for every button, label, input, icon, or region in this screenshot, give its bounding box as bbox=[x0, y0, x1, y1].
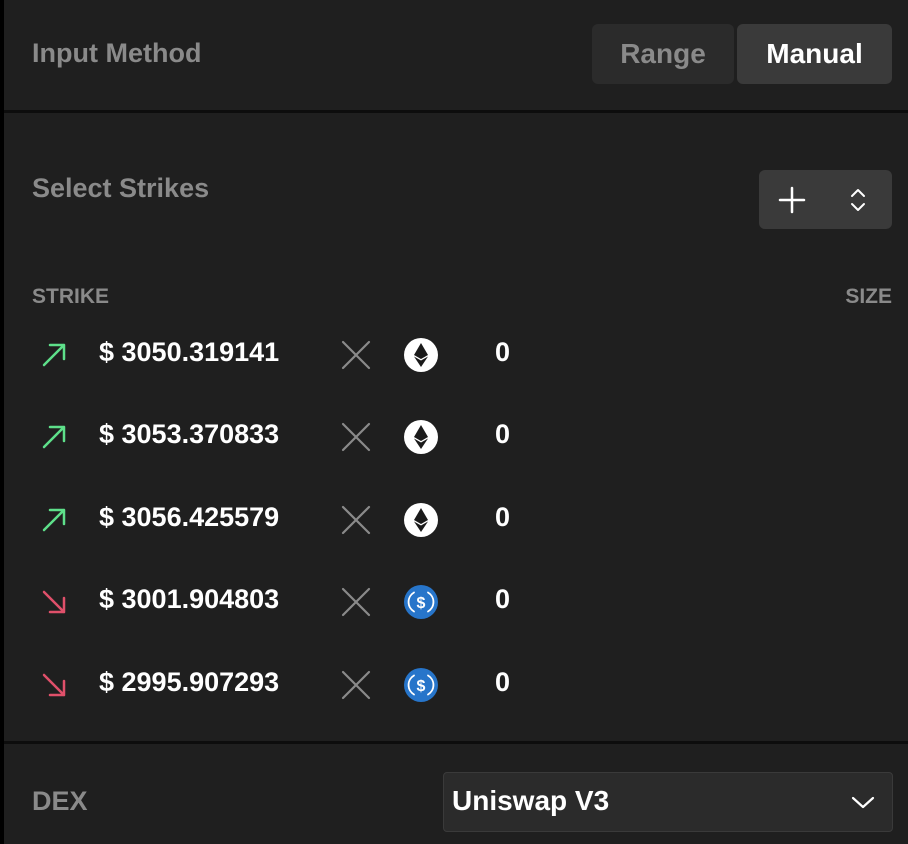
dex-selected-value: Uniswap V3 bbox=[452, 785, 610, 816]
strike-price: $ 2995.907293 bbox=[99, 667, 280, 697]
strike-price: $ 3056.425579 bbox=[99, 502, 280, 532]
chevron-up-down-icon bbox=[851, 188, 865, 211]
remove-strike-button[interactable] bbox=[340, 669, 372, 701]
dex-section: DEX Uniswap V3 bbox=[4, 744, 908, 844]
strikes-section: Select Strikes STRIKE SIZE $ 3050.319141 bbox=[4, 113, 908, 741]
remove-strike-button[interactable] bbox=[340, 339, 372, 371]
arrow-up-right-icon bbox=[42, 508, 66, 532]
remove-strike-button[interactable] bbox=[340, 586, 372, 618]
options-panel: Input Method Range Manual Select Strikes… bbox=[4, 0, 908, 844]
input-method-label: Input Method bbox=[32, 38, 202, 68]
add-strike-button[interactable] bbox=[759, 170, 825, 229]
strike-size: 0 bbox=[495, 419, 511, 449]
strike-price: $ 3050.319141 bbox=[99, 337, 280, 367]
strike-size: 0 bbox=[495, 337, 511, 367]
remove-strike-button[interactable] bbox=[340, 421, 372, 453]
eth-token-icon bbox=[404, 420, 438, 454]
strike-row: $ 3053.370833 0 bbox=[4, 411, 908, 471]
strike-size: 0 bbox=[495, 584, 511, 614]
input-method-row: Input Method Range Manual bbox=[4, 0, 908, 110]
strike-size: 0 bbox=[495, 667, 511, 697]
dex-select[interactable]: Uniswap V3 bbox=[443, 772, 893, 832]
strike-row: $ 3001.904803 $ 0 bbox=[4, 576, 908, 636]
sort-strikes-button[interactable] bbox=[825, 170, 891, 229]
arrow-down-right-icon bbox=[42, 590, 66, 614]
manual-tab[interactable]: Manual bbox=[737, 24, 892, 84]
strike-column-header: STRIKE bbox=[32, 285, 110, 308]
arrow-up-right-icon bbox=[42, 343, 66, 367]
chevron-down-icon bbox=[851, 796, 875, 809]
strike-price: $ 3053.370833 bbox=[99, 419, 280, 449]
eth-token-icon bbox=[404, 338, 438, 372]
usdc-token-icon: $ bbox=[404, 585, 438, 619]
eth-token-icon bbox=[404, 503, 438, 537]
strike-actions bbox=[759, 170, 892, 229]
arrow-down-right-icon bbox=[42, 673, 66, 697]
select-strikes-label: Select Strikes bbox=[32, 173, 210, 203]
remove-strike-button[interactable] bbox=[340, 504, 372, 536]
usdc-token-icon: $ bbox=[404, 668, 438, 702]
svg-text:$: $ bbox=[417, 595, 426, 612]
strike-price: $ 3001.904803 bbox=[99, 584, 280, 614]
dex-label: DEX bbox=[32, 786, 88, 816]
svg-text:$: $ bbox=[417, 678, 426, 695]
arrow-up-right-icon bbox=[42, 425, 66, 449]
plus-icon bbox=[778, 186, 806, 213]
strike-size: 0 bbox=[495, 502, 511, 532]
strike-row: $ 2995.907293 $ 0 bbox=[4, 659, 908, 719]
size-column-header: SIZE bbox=[845, 285, 892, 308]
range-tab[interactable]: Range bbox=[592, 24, 734, 84]
strike-row: $ 3056.425579 0 bbox=[4, 494, 908, 554]
strike-row: $ 3050.319141 0 bbox=[4, 329, 908, 389]
